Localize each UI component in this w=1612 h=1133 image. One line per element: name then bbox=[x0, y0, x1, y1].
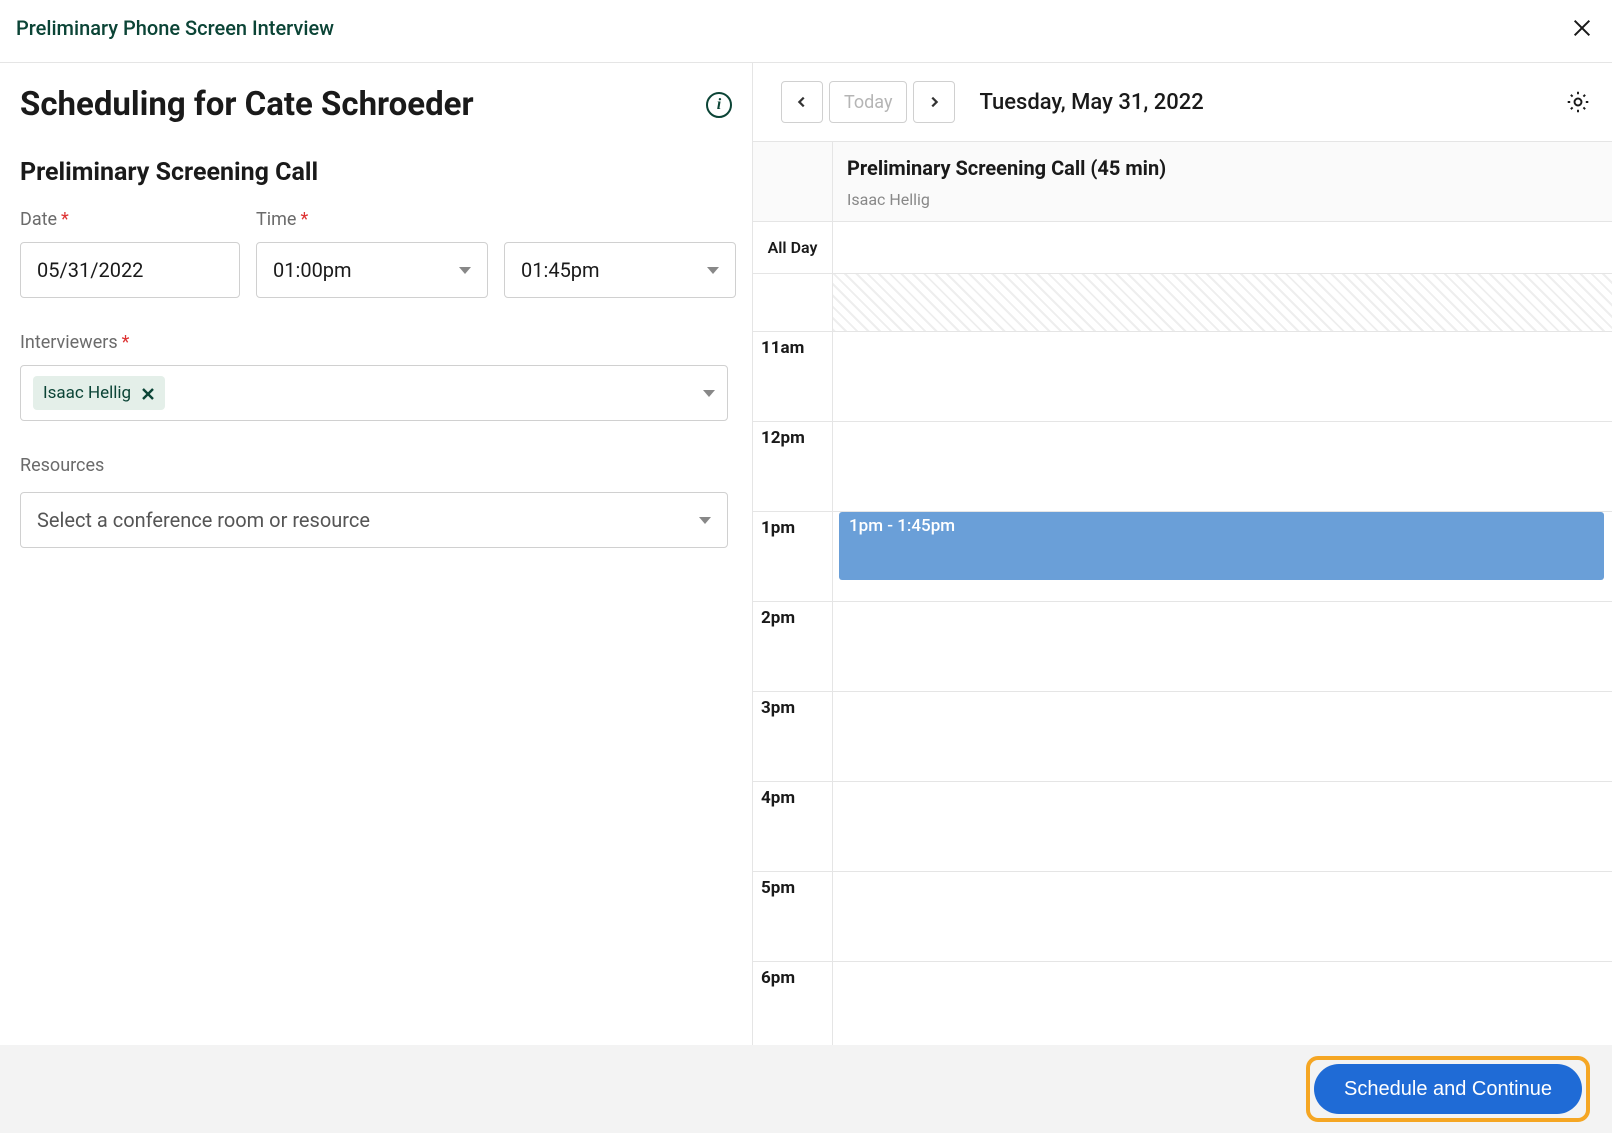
today-button[interactable]: Today bbox=[829, 81, 907, 123]
hour-label: 3pm bbox=[753, 692, 833, 781]
close-icon bbox=[141, 387, 155, 401]
interviewer-chip: Isaac Hellig bbox=[33, 376, 165, 410]
hour-label: 11am bbox=[753, 332, 833, 421]
close-button[interactable] bbox=[1568, 14, 1596, 42]
gear-icon bbox=[1565, 89, 1591, 115]
time-start-value: 01:00pm bbox=[273, 258, 352, 282]
resources-placeholder: Select a conference room or resource bbox=[37, 508, 370, 532]
primary-button-highlight: Schedule and Continue bbox=[1306, 1056, 1590, 1122]
time-start-dropdown[interactable]: 01:00pm bbox=[256, 242, 488, 298]
all-day-cell[interactable] bbox=[833, 222, 1612, 273]
chevron-down-icon bbox=[703, 390, 715, 397]
chevron-down-icon bbox=[707, 267, 719, 274]
close-icon bbox=[1571, 17, 1593, 39]
chevron-right-icon bbox=[927, 95, 941, 109]
interviewers-input[interactable]: Isaac Hellig bbox=[20, 365, 728, 421]
all-day-label: All Day bbox=[753, 222, 833, 273]
time-column-header bbox=[753, 142, 833, 221]
next-day-button[interactable] bbox=[913, 81, 955, 123]
modal-title: Preliminary Phone Screen Interview bbox=[16, 16, 334, 40]
time-label: Time* bbox=[256, 209, 736, 230]
calendar-settings-button[interactable] bbox=[1564, 88, 1592, 116]
hour-label: 4pm bbox=[753, 782, 833, 871]
date-label: Date* bbox=[20, 209, 240, 230]
date-input[interactable]: 05/31/2022 bbox=[20, 242, 240, 298]
page-title: Scheduling for Cate Schroeder bbox=[20, 85, 474, 124]
hour-label: 5pm bbox=[753, 872, 833, 961]
section-title: Preliminary Screening Call bbox=[20, 158, 732, 187]
resources-label: Resources bbox=[20, 455, 732, 476]
calendar-column-title: Preliminary Screening Call (45 min) bbox=[847, 156, 1598, 180]
chevron-down-icon bbox=[699, 517, 711, 524]
calendar-column-subtitle: Isaac Hellig bbox=[847, 190, 1598, 209]
schedule-and-continue-button[interactable]: Schedule and Continue bbox=[1314, 1064, 1582, 1114]
calendar-grid[interactable]: 11am 12pm 1pm 2pm 3pm 4pm 5pm 6pm 1pm - … bbox=[753, 274, 1612, 1045]
resources-dropdown[interactable]: Select a conference room or resource bbox=[20, 492, 728, 548]
prev-day-button[interactable] bbox=[781, 81, 823, 123]
hour-label: 12pm bbox=[753, 422, 833, 511]
info-icon[interactable]: i bbox=[706, 92, 732, 118]
hour-label: 1pm bbox=[753, 512, 833, 601]
interviewers-label: Interviewers* bbox=[20, 332, 732, 353]
chevron-down-icon bbox=[459, 267, 471, 274]
scheduled-event[interactable]: 1pm - 1:45pm bbox=[839, 512, 1604, 580]
hour-label: 6pm bbox=[753, 962, 833, 1045]
interviewer-chip-label: Isaac Hellig bbox=[43, 383, 131, 403]
hour-label: 2pm bbox=[753, 602, 833, 691]
time-end-value: 01:45pm bbox=[521, 258, 600, 282]
time-end-dropdown[interactable]: 01:45pm bbox=[504, 242, 736, 298]
chevron-left-icon bbox=[795, 95, 809, 109]
calendar-date: Tuesday, May 31, 2022 bbox=[979, 90, 1203, 115]
chip-remove-button[interactable] bbox=[141, 386, 155, 400]
